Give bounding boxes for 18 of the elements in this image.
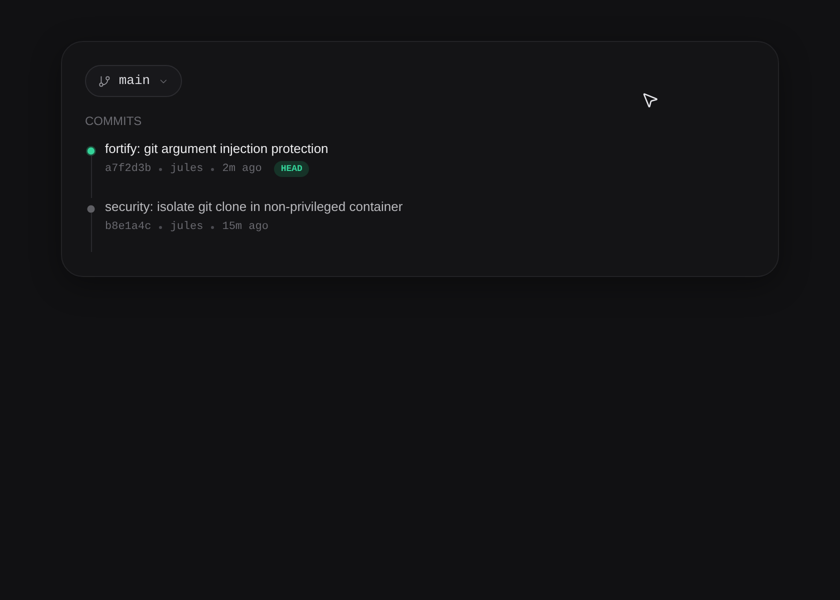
- commit-hash: a7f2d3b: [105, 162, 152, 177]
- commit-message: fortify: git argument injection protection: [105, 140, 328, 158]
- separator-dot-icon: [159, 226, 162, 228]
- branch-name: main: [118, 73, 150, 89]
- separator-dot-icon: [211, 168, 214, 170]
- cursor-icon: [641, 91, 659, 109]
- commit-message: security: isolate git clone in non-privileged container: [105, 198, 403, 216]
- branch-selector[interactable]: main: [85, 65, 182, 97]
- section-label: COMMITS: [85, 113, 142, 129]
- branch-icon: [98, 74, 111, 88]
- separator-dot-icon: [211, 226, 214, 228]
- commit-hash: b8e1a4c: [105, 220, 152, 235]
- commit-time: 15m ago: [222, 220, 268, 235]
- commit-time: 2m ago: [222, 162, 262, 177]
- head-badge: HEAD: [274, 161, 310, 177]
- separator-dot-icon: [159, 168, 162, 170]
- commit-author: jules: [170, 162, 204, 177]
- commit-author: jules: [170, 220, 204, 235]
